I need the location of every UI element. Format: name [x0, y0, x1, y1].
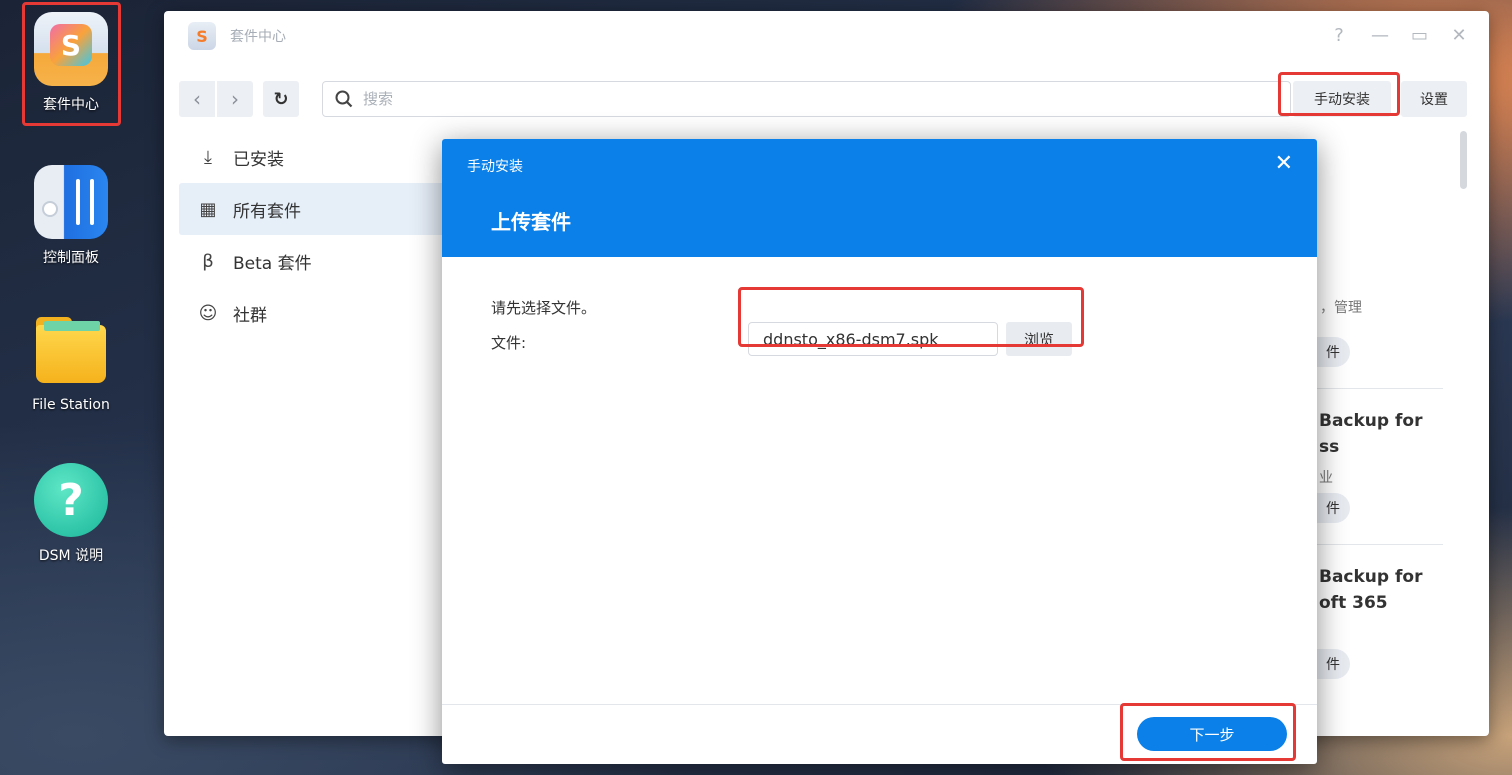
minimize-button[interactable]: — — [1371, 25, 1389, 46]
package-title-line2: oft 365 — [1319, 593, 1388, 613]
highlight-box-file — [738, 287, 1084, 347]
community-icon: ☺ — [198, 302, 218, 324]
sidebar-item-all-packages[interactable]: ▦ 所有套件 — [179, 183, 465, 235]
highlight-box-package-center — [22, 2, 121, 126]
maximize-button[interactable]: ▭ — [1411, 25, 1428, 46]
desktop-icon-control-panel[interactable]: 控制面板 — [22, 165, 120, 267]
refresh-button[interactable]: ↻ — [263, 81, 299, 117]
highlight-box-next — [1120, 703, 1296, 761]
desktop-icon-label: 控制面板 — [43, 250, 99, 266]
close-button[interactable]: ✕ — [1451, 25, 1467, 46]
package-category: 业 — [1319, 470, 1333, 486]
search-input[interactable] — [363, 90, 1163, 108]
scrollbar[interactable] — [1460, 131, 1467, 189]
package-center-small-icon: S — [188, 22, 216, 50]
help-icon: ? — [34, 463, 108, 537]
settings-button[interactable]: 设置 — [1401, 81, 1467, 117]
sidebar-item-installed[interactable]: ⤓ 已安装 — [179, 131, 465, 183]
desktop-icon-file-station[interactable]: File Station — [22, 315, 120, 413]
dialog-body: 请先选择文件。 文件: ddnsto_x86-dsm7.spk 浏览 — [442, 257, 1317, 704]
control-panel-icon — [34, 165, 108, 239]
dialog-step-title: 上传套件 — [491, 210, 571, 234]
package-title-line2: ss — [1319, 437, 1340, 457]
refresh-icon: ↻ — [273, 88, 289, 110]
sidebar-item-label: 已安装 — [233, 149, 284, 170]
back-button[interactable]: ‹ — [179, 81, 215, 117]
search-icon — [335, 90, 353, 108]
grid-icon: ▦ — [199, 198, 217, 220]
package-desc: ，管理 — [1320, 300, 1362, 316]
forward-button[interactable]: › — [217, 81, 253, 117]
toolbar: ‹ › ↻ 手动安装 设置 — [179, 81, 1469, 117]
folder-icon — [34, 315, 108, 389]
help-button[interactable]: ? — [1331, 25, 1347, 46]
manual-install-dialog: 手动安装 上传套件 ✕ 请先选择文件。 文件: ddnsto_x86-dsm7.… — [442, 139, 1317, 764]
package-title: Backup for — [1319, 567, 1423, 587]
desktop-icon-label: DSM 说明 — [38, 548, 104, 564]
sidebar-item-label: 所有套件 — [233, 201, 301, 222]
desktop-icon-label: File Station — [32, 397, 110, 413]
instruction-text: 请先选择文件。 — [491, 299, 597, 317]
sidebar: ⤓ 已安装 ▦ 所有套件 β Beta 套件 ☺ 社群 — [179, 131, 465, 339]
dialog-title: 手动安装 — [467, 159, 523, 175]
package-title: Backup for — [1319, 411, 1423, 431]
highlight-box-manual-install — [1278, 72, 1400, 116]
chevron-right-icon: › — [231, 87, 239, 111]
close-icon[interactable]: ✕ — [1275, 151, 1293, 176]
dialog-header: 手动安装 上传套件 ✕ — [442, 139, 1317, 257]
sidebar-item-label: Beta 套件 — [233, 253, 312, 274]
download-icon: ⤓ — [204, 146, 212, 168]
sidebar-item-beta[interactable]: β Beta 套件 — [179, 235, 465, 287]
chevron-left-icon: ‹ — [193, 87, 201, 111]
sidebar-item-community[interactable]: ☺ 社群 — [179, 287, 465, 339]
dialog-footer: 下一步 — [442, 703, 1317, 764]
sidebar-item-label: 社群 — [233, 305, 267, 326]
file-label: 文件: — [491, 334, 527, 352]
titlebar[interactable]: S 套件中心 ? — ▭ ✕ — [164, 11, 1489, 61]
window-title: 套件中心 — [230, 29, 286, 45]
desktop-icon-dsm-help[interactable]: ? DSM 说明 — [22, 463, 120, 565]
search-box[interactable] — [322, 81, 1291, 117]
beta-icon: β — [202, 250, 214, 272]
